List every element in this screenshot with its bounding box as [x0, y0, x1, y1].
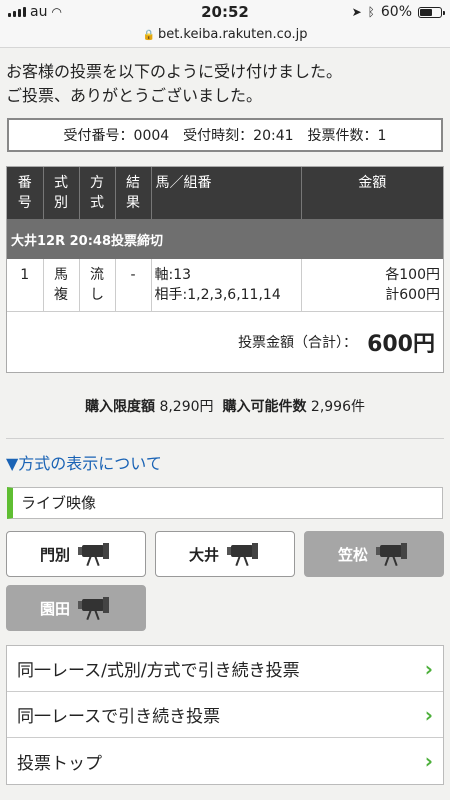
video-camera-icon [227, 542, 261, 567]
cell-amount: 各100円 計600円 [301, 259, 443, 312]
cell-no: 1 [7, 259, 44, 312]
battery-icon [418, 6, 445, 18]
table-header-row: 番号 式別 方式 結果 馬／組番 金額 [7, 167, 443, 219]
total-row: 投票金額（合計）： 600円 [7, 312, 443, 372]
available-count-label: 購入可能件数 [222, 398, 307, 415]
continue-same-race-type-button[interactable]: 同一レース/式別/方式で引き続き投票 › [7, 646, 443, 692]
live-button-monbetsu[interactable]: 門別 [6, 531, 146, 577]
header-horse: 馬／組番 [151, 167, 302, 219]
nav-label: 同一レース/式別/方式で引き続き投票 [17, 661, 300, 681]
header-houshiki: 方式 [79, 167, 116, 219]
carrier-label: au [30, 4, 48, 20]
battery-percent: 60% [380, 4, 412, 20]
continue-menu: 同一レース/式別/方式で引き続き投票 › 同一レースで引き続き投票 › 投票トッ… [6, 645, 444, 785]
lock-icon: 🔒 [142, 30, 155, 41]
message-line-1: お客様の投票を以下のように受け付けました。 [6, 62, 343, 81]
total-label: 投票金額（合計）： [238, 335, 358, 351]
header-shikibetsu: 式別 [43, 167, 80, 219]
live-button-sonoda[interactable]: 園田 [6, 585, 146, 631]
cell-horses: 軸:13 相手:1,2,3,6,11,14 [151, 259, 302, 312]
signal-icon [8, 7, 26, 17]
receipt-number: 受付番号：0004 [63, 128, 170, 144]
howto-link[interactable]: ▼方式の表示について [0, 439, 450, 475]
vote-top-button[interactable]: 投票トップ › [7, 738, 443, 784]
bet-table: 番号 式別 方式 結果 馬／組番 金額 大井12R 20:48投票締切 1 馬複… [6, 166, 444, 373]
limit-value: 8,290円 [159, 398, 214, 415]
nav-label: 投票トップ [17, 753, 102, 774]
continue-same-race-button[interactable]: 同一レースで引き続き投票 › [7, 692, 443, 738]
receipt-info: 受付番号：0004 受付時刻：20:41 投票件数：1 [7, 118, 443, 152]
header-result: 結果 [115, 167, 152, 219]
chevron-right-icon: › [424, 702, 433, 727]
cell-result: - [115, 259, 152, 312]
url-text: bet.keiba.rakuten.co.jp [157, 27, 308, 42]
bluetooth-icon: ᛒ [367, 5, 375, 19]
confirmation-message: お客様の投票を以下のように受け付けました。 ご投票、ありがとうございました。 [0, 48, 450, 108]
race-row: 大井12R 20:48投票締切 [7, 219, 443, 259]
message-line-2: ご投票、ありがとうございました。 [6, 86, 263, 105]
receipt-count: 投票件数：1 [307, 128, 387, 144]
address-bar[interactable]: 🔒 bet.keiba.rakuten.co.jp [0, 24, 450, 48]
cell-shikibetsu: 馬複 [43, 259, 80, 312]
live-label: 笠松 [337, 545, 368, 564]
video-camera-icon [78, 542, 112, 567]
live-button-kasamatsu[interactable]: 笠松 [304, 531, 444, 577]
location-icon: ➤ [351, 5, 362, 19]
nav-label: 同一レースで引き続き投票 [17, 707, 221, 727]
race-label: 大井12R 20:48投票締切 [7, 219, 443, 259]
live-video-grid: 門別 大井 笠松 園田 [6, 531, 444, 631]
video-camera-icon [78, 596, 112, 621]
cell-houshiki: 流し [79, 259, 116, 312]
live-label: 大井 [188, 545, 219, 564]
video-camera-icon [376, 542, 410, 567]
limit-label: 購入限度額 [85, 398, 155, 415]
purchase-limit: 購入限度額 8,290円 購入可能件数 2,996件 [6, 373, 444, 439]
status-bar: au ◠ 20:52 ➤ ᛒ 60% [0, 0, 450, 24]
live-video-header: ライブ映像 [7, 487, 443, 519]
header-amount: 金額 [301, 167, 443, 219]
chevron-right-icon: › [424, 656, 433, 681]
live-label: 園田 [39, 599, 70, 618]
live-button-ooi[interactable]: 大井 [155, 531, 295, 577]
live-label: 門別 [39, 545, 70, 564]
chevron-right-icon: › [424, 749, 433, 773]
wifi-icon: ◠ [51, 5, 62, 19]
header-no: 番号 [7, 167, 44, 219]
available-count-value: 2,996件 [310, 398, 365, 415]
total-amount: 600円 [367, 332, 435, 357]
table-row: 1 馬複 流し - 軸:13 相手:1,2,3,6,11,14 各100円 計600… [7, 259, 443, 312]
receipt-time: 受付時刻：20:41 [183, 128, 294, 144]
